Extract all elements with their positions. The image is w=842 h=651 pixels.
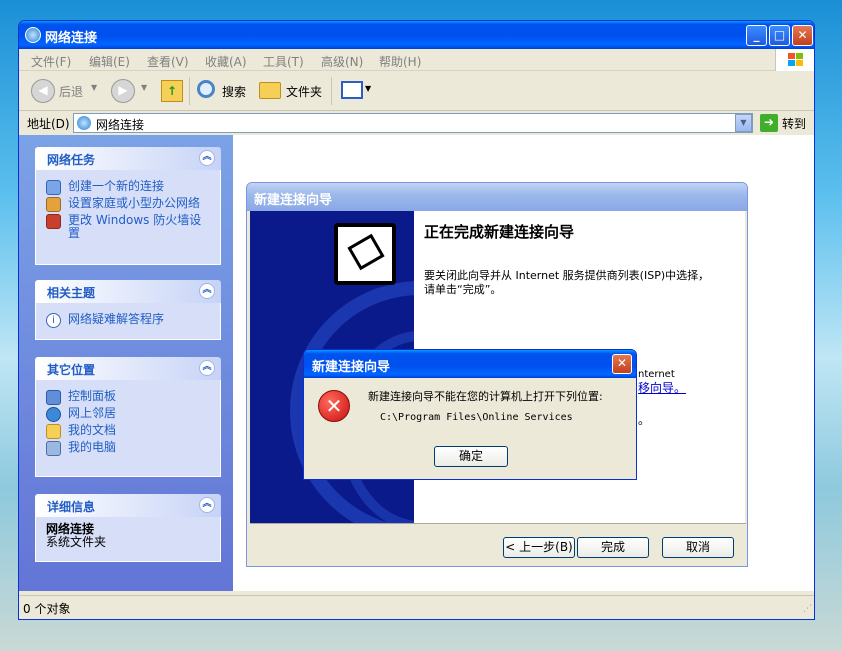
home-network-icon — [46, 197, 61, 212]
minimize-button[interactable]: _ — [746, 25, 767, 46]
network-folder-icon — [25, 27, 41, 43]
search-icon[interactable] — [197, 80, 215, 98]
forward-arrow-icon[interactable]: ▶ — [111, 79, 135, 103]
panel-details: 详细信息 ︽ 网络连接 系统文件夹 — [35, 494, 221, 562]
wizard-heading: 正在完成新建连接向导 — [424, 223, 575, 241]
status-text: 0 个对象 — [23, 602, 71, 616]
close-button[interactable]: ✕ — [792, 25, 813, 46]
title-bar[interactable]: 网络连接 _ □ ✕ — [19, 21, 814, 49]
network-cable-icon — [334, 223, 396, 285]
panel-network-tasks: 网络任务 ︽ 创建一个新的连接 设置家庭或小型办公网络 更改 Windows 防火… — [35, 147, 221, 265]
firewall-icon — [46, 214, 61, 229]
collapse-chevron-icon[interactable]: ︽ — [199, 497, 215, 513]
menu-view[interactable]: 查看(V) — [147, 53, 189, 70]
address-bar: 地址(D) 网络连接 ▼ ➜ 转到 — [19, 111, 814, 135]
error-close-button[interactable]: ✕ — [612, 354, 632, 374]
toolbar-separator-2 — [331, 77, 332, 105]
menu-tools[interactable]: 工具(T) — [263, 53, 304, 70]
back-button-label[interactable]: 后退 — [59, 83, 83, 100]
folders-icon[interactable] — [259, 82, 281, 99]
wizard-finish-button[interactable]: 完成 — [577, 537, 649, 558]
panel-header[interactable]: 详细信息 ︽ — [35, 494, 221, 517]
error-title-bar[interactable]: 新建连接向导 ✕ — [304, 350, 636, 378]
error-icon: ✕ — [318, 390, 350, 422]
task-create-connection[interactable]: 创建一个新的连接 — [46, 180, 210, 195]
collapse-chevron-icon[interactable]: ︽ — [199, 360, 215, 376]
wizard-cancel-button[interactable]: 取消 — [662, 537, 734, 558]
views-icon[interactable] — [341, 81, 363, 99]
up-folder-icon[interactable]: ↑ — [161, 80, 183, 102]
my-computer-icon — [46, 441, 61, 456]
new-connection-icon — [46, 180, 61, 195]
menu-file[interactable]: 文件(F) — [31, 53, 71, 70]
back-dropdown-icon[interactable]: ▼ — [91, 83, 97, 92]
forward-dropdown-icon[interactable]: ▼ — [141, 83, 147, 92]
panel-title: 详细信息 — [47, 500, 96, 514]
menu-advanced[interactable]: 高级(N) — [321, 53, 363, 70]
search-button[interactable]: 搜索 — [222, 83, 246, 100]
address-dropdown-icon[interactable]: ▼ — [735, 114, 752, 132]
toolbar: ◀ 后退 ▼ ▶ ▼ ↑ 搜索 文件夹 ▼ — [19, 71, 814, 111]
wizard-divider — [250, 523, 746, 524]
maximize-button[interactable]: □ — [769, 25, 790, 46]
collapse-chevron-icon[interactable]: ︽ — [199, 283, 215, 299]
place-my-documents[interactable]: 我的文档 — [46, 424, 210, 439]
address-field[interactable]: 网络连接 ▼ — [73, 113, 753, 133]
wizard-text-partial-2: 。 — [638, 413, 651, 427]
resize-grip-icon[interactable]: ⋰ — [803, 604, 812, 614]
status-bar: 0 个对象 ⋰ — [19, 595, 814, 619]
go-button[interactable]: 转到 — [782, 115, 806, 132]
error-dialog: 新建连接向导 ✕ ✕ 新建连接向导不能在您的计算机上打开下列位置: C:\Pro… — [303, 349, 637, 480]
views-dropdown-icon[interactable]: ▼ — [365, 84, 371, 93]
place-network-neighborhood[interactable]: 网上邻居 — [46, 407, 210, 422]
panel-header[interactable]: 其它位置 ︽ — [35, 357, 221, 380]
details-type: 系统文件夹 — [46, 535, 107, 549]
back-arrow-icon[interactable]: ◀ — [31, 79, 55, 103]
address-value: 网络连接 — [96, 118, 145, 132]
network-icon — [77, 116, 91, 130]
panel-other-places: 其它位置 ︽ 控制面板 网上邻居 我的文档 我的电脑 — [35, 357, 221, 477]
place-control-panel[interactable]: 控制面板 — [46, 390, 210, 405]
control-panel-icon — [46, 390, 61, 405]
panel-title: 网络任务 — [47, 153, 96, 167]
task-home-network[interactable]: 设置家庭或小型办公网络 — [46, 197, 210, 212]
error-title: 新建连接向导 — [312, 360, 391, 375]
go-arrow-icon[interactable]: ➜ — [760, 114, 778, 132]
folders-button[interactable]: 文件夹 — [286, 83, 322, 100]
windows-logo-icon — [775, 49, 814, 71]
wizard-link-partial[interactable]: 移向导。 — [638, 379, 686, 396]
panel-header[interactable]: 相关主题 ︽ — [35, 280, 221, 303]
collapse-chevron-icon[interactable]: ︽ — [199, 150, 215, 166]
panel-title: 其它位置 — [47, 363, 96, 377]
task-firewall[interactable]: 更改 Windows 防火墙设置 — [46, 214, 210, 240]
error-message: 新建连接向导不能在您的计算机上打开下列位置: — [368, 390, 603, 403]
menu-favorites[interactable]: 收藏(A) — [205, 53, 247, 70]
address-label: 地址(D) — [27, 117, 70, 131]
panel-title: 相关主题 — [47, 286, 96, 300]
menu-edit[interactable]: 编辑(E) — [89, 53, 130, 70]
error-ok-button[interactable]: 确定 — [434, 446, 508, 467]
task-pane: 网络任务 ︽ 创建一个新的连接 设置家庭或小型办公网络 更改 Windows 防火… — [19, 135, 233, 591]
panel-related-topics: 相关主题 ︽ i 网络疑难解答程序 — [35, 280, 221, 340]
menu-bar: 文件(F) 编辑(E) 查看(V) 收藏(A) 工具(T) 高级(N) 帮助(H… — [19, 49, 814, 71]
my-documents-icon — [46, 424, 61, 439]
wizard-back-button[interactable]: < 上一步(B) — [503, 537, 575, 558]
topic-troubleshooter[interactable]: i 网络疑难解答程序 — [46, 313, 210, 328]
menu-help[interactable]: 帮助(H) — [379, 53, 421, 70]
error-path: C:\Program Files\Online Services — [380, 412, 573, 423]
toolbar-separator — [189, 77, 190, 105]
panel-header[interactable]: 网络任务 ︽ — [35, 147, 221, 170]
wizard-description: 要关闭此向导并从 Internet 服务提供商列表(ISP)中选择，请单击“完成… — [424, 269, 710, 296]
network-places-icon — [46, 407, 61, 422]
window-title: 网络连接 — [45, 31, 98, 46]
wizard-title: 新建连接向导 — [254, 193, 333, 208]
place-my-computer[interactable]: 我的电脑 — [46, 441, 210, 456]
info-icon: i — [46, 313, 61, 328]
wizard-title-bar[interactable]: 新建连接向导 — [247, 183, 747, 211]
